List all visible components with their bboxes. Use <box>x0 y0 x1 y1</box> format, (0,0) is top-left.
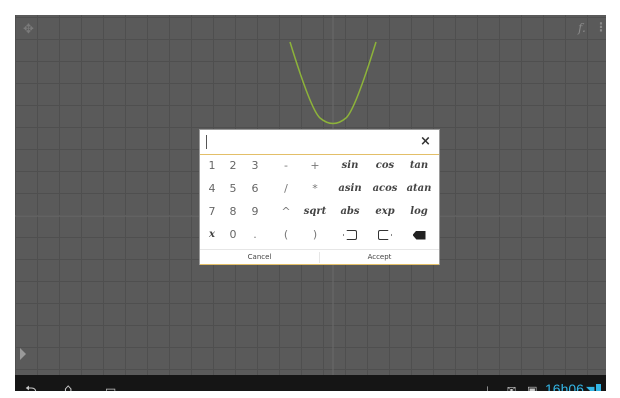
app-screen: ✥ f. ⋮ ⮌ ⌂ ▭ ⤓ ✉ ▣ 16h06 ◥ × 1 2 3 - + s… <box>15 15 606 391</box>
key-5[interactable]: 5 <box>224 178 242 200</box>
key-2[interactable]: 2 <box>224 155 242 177</box>
key-sqrt[interactable]: sqrt <box>300 201 330 223</box>
key-divide[interactable]: / <box>277 178 295 200</box>
key-8[interactable]: 8 <box>224 201 242 223</box>
key-decimal[interactable]: . <box>246 224 264 246</box>
clock: 16h06 <box>545 381 584 391</box>
backspace-icon <box>412 230 426 240</box>
key-asin[interactable]: asin <box>335 178 365 200</box>
cursor-left-button[interactable] <box>335 224 365 246</box>
key-open-paren[interactable]: ( <box>277 224 295 246</box>
system-navbar: ⮌ ⌂ ▭ ⤓ ✉ ▣ 16h06 ◥ <box>15 375 606 391</box>
key-plus[interactable]: + <box>306 155 324 177</box>
key-minus[interactable]: - <box>277 155 295 177</box>
recents-icon[interactable]: ▭ <box>105 383 116 391</box>
function-input-dialog: × 1 2 3 - + sin cos tan 4 5 6 / * asin a… <box>200 130 439 265</box>
dialog-bottom-accent <box>200 264 439 265</box>
accept-button[interactable]: Accept <box>320 250 439 265</box>
key-9[interactable]: 9 <box>246 201 264 223</box>
expression-input-row: × <box>200 130 439 155</box>
key-abs[interactable]: abs <box>335 201 365 223</box>
notification-icon: ✉ <box>507 384 517 391</box>
overflow-menu-button[interactable]: ⋮ <box>595 20 606 34</box>
key-atan[interactable]: atan <box>404 178 434 200</box>
key-power[interactable]: ^ <box>277 201 295 223</box>
key-sin[interactable]: sin <box>335 155 365 177</box>
key-log[interactable]: log <box>404 201 434 223</box>
wifi-icon: ◥ <box>586 384 595 391</box>
side-panel-arrow-icon[interactable] <box>20 348 26 360</box>
move-icon[interactable]: ✥ <box>23 22 34 37</box>
cancel-button[interactable]: Cancel <box>200 250 319 265</box>
key-x[interactable]: x <box>203 224 221 246</box>
key-close-paren[interactable]: ) <box>306 224 324 246</box>
key-3[interactable]: 3 <box>246 155 264 177</box>
battery-icon <box>596 384 601 391</box>
clear-button[interactable]: × <box>420 134 431 149</box>
tablet-frame: ✥ f. ⋮ ⮌ ⌂ ▭ ⤓ ✉ ▣ 16h06 ◥ × 1 2 3 - + s… <box>0 0 620 398</box>
download-icon: ⤓ <box>485 384 490 391</box>
tag-left-icon <box>343 230 357 240</box>
back-icon[interactable]: ⮌ <box>25 381 37 391</box>
home-icon[interactable]: ⌂ <box>64 382 72 391</box>
graph-toolbar: ✥ f. ⋮ <box>15 15 606 43</box>
key-7[interactable]: 7 <box>203 201 221 223</box>
cursor-right-button[interactable] <box>370 224 400 246</box>
key-4[interactable]: 4 <box>203 178 221 200</box>
tag-right-icon <box>378 230 392 240</box>
expression-input[interactable] <box>206 135 207 149</box>
key-exp[interactable]: exp <box>370 201 400 223</box>
key-1[interactable]: 1 <box>203 155 221 177</box>
functions-button[interactable]: f. <box>578 21 586 35</box>
key-acos[interactable]: acos <box>370 178 400 200</box>
key-tan[interactable]: tan <box>404 155 434 177</box>
key-multiply[interactable]: * <box>306 178 324 200</box>
key-cos[interactable]: cos <box>370 155 400 177</box>
key-6[interactable]: 6 <box>246 178 264 200</box>
backspace-button[interactable] <box>404 224 434 246</box>
dialog-button-row: Cancel Accept <box>200 249 439 265</box>
screenshot-icon: ▣ <box>527 384 538 391</box>
key-0[interactable]: 0 <box>224 224 242 246</box>
